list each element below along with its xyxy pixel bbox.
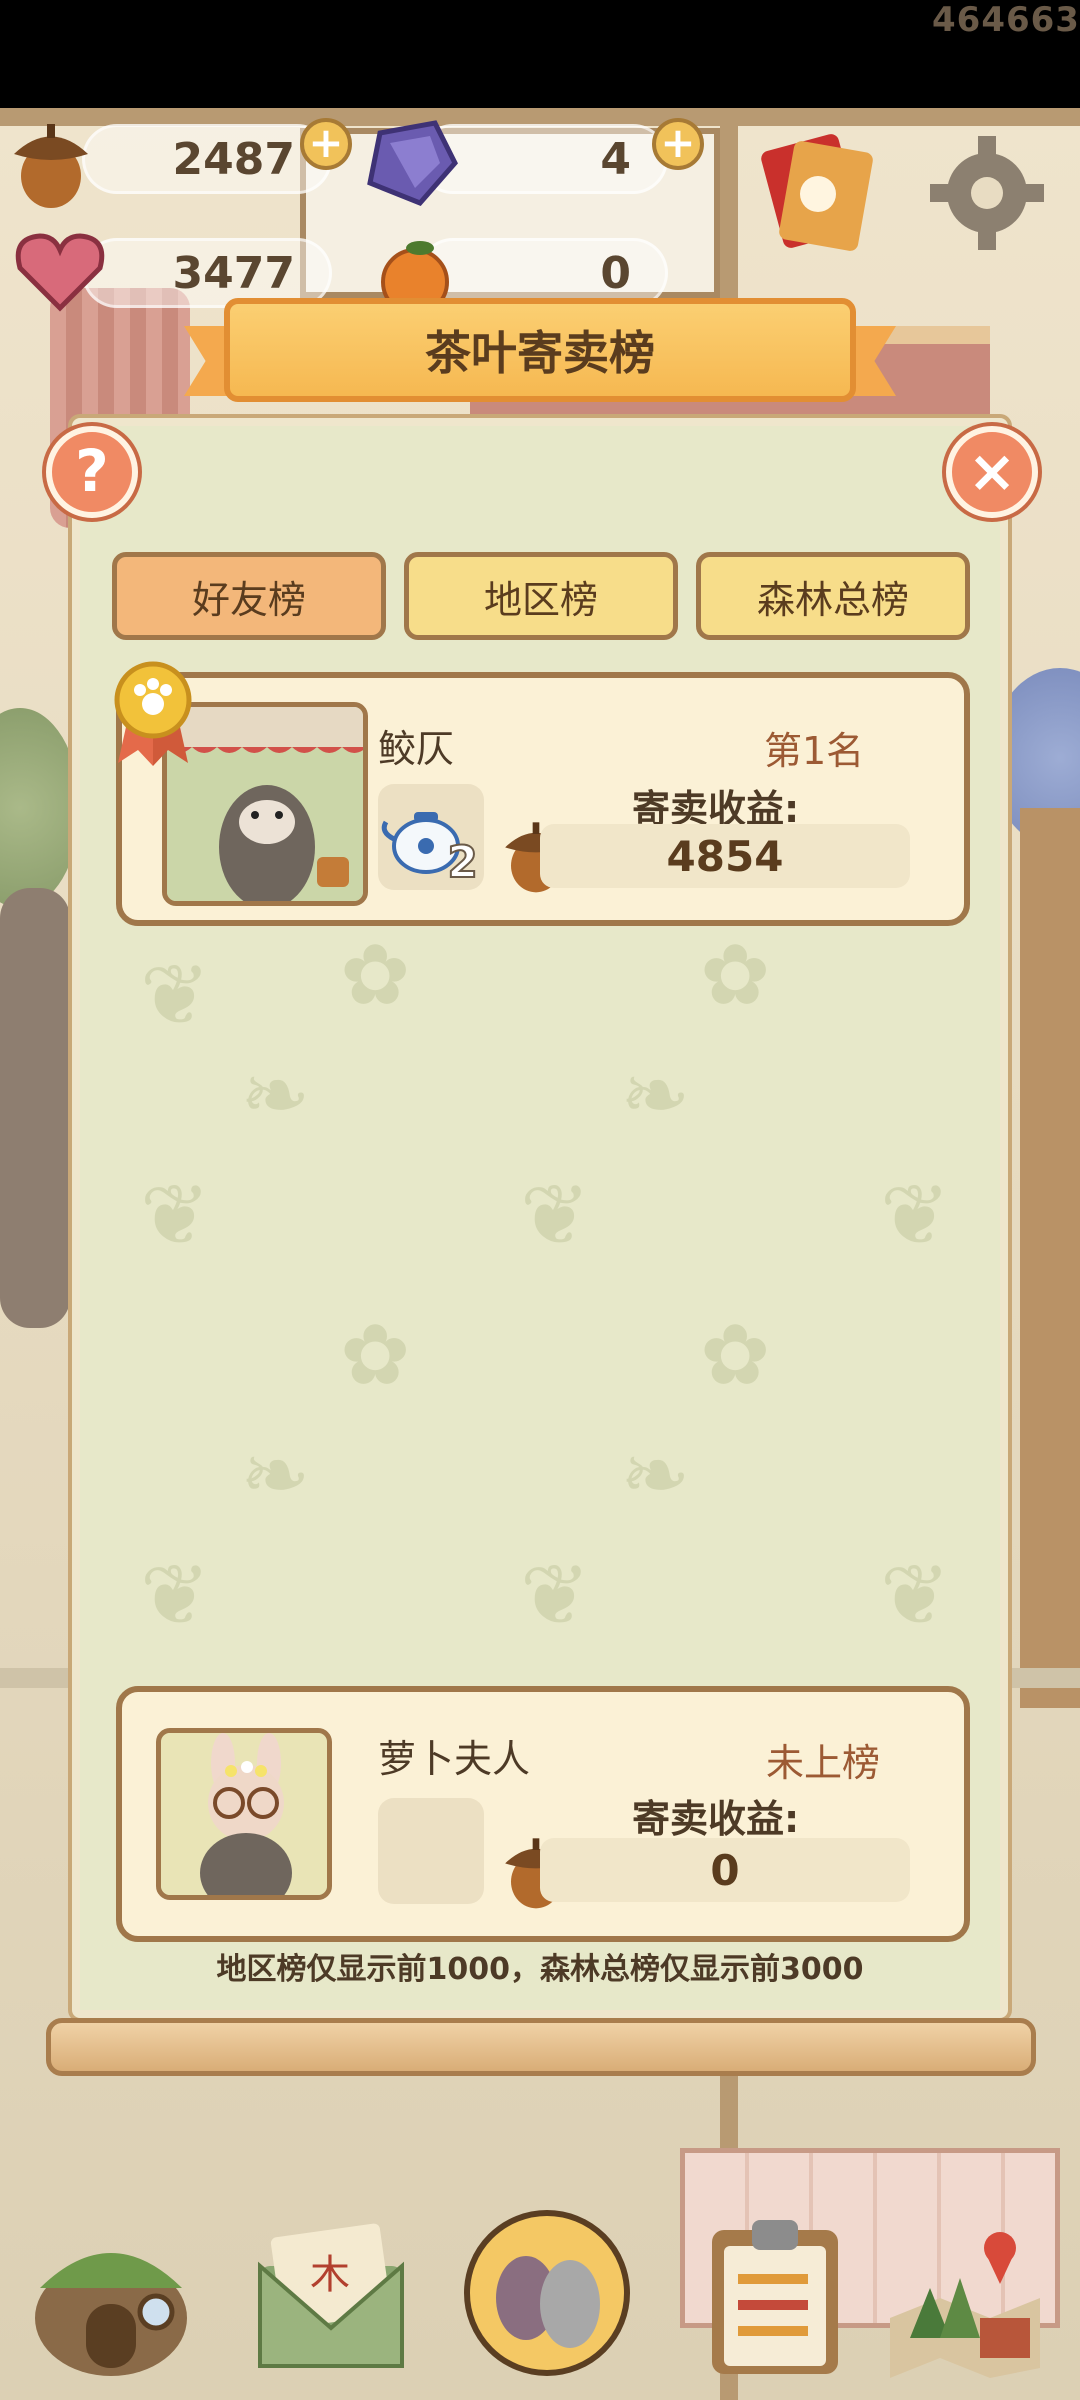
heart-count: 3477 [172,247,295,299]
flower-pattern-icon: ✿ [700,926,771,1024]
earnings-value: 4854 [540,824,910,888]
acorn-counter: 2487 [82,124,332,194]
cookbook-icon[interactable] [756,126,886,260]
gem-count: 4 [600,133,631,185]
scroll-rod [46,2018,1036,2076]
panel-title: 茶叶寄卖榜 [224,298,856,402]
leaf-pattern-icon: ❧ [620,1426,691,1524]
leaf-pattern-icon: ❦ [520,1546,591,1644]
tab-region[interactable]: 地区榜 [404,552,678,640]
empty-item-slot [378,1798,484,1904]
svg-text:木: 木 [310,2252,350,2298]
map-icon[interactable] [880,2208,1050,2378]
gear-icon[interactable] [922,128,1052,262]
leaderboard-entry[interactable]: 鲛仄 第1名 2 寄卖收益: 4854 [114,661,970,926]
my-leaderboard-entry: 萝卜夫人 未上榜 寄卖收益: 0 [116,1686,970,1942]
entry-rank: 第1名 [764,729,865,773]
panel-title-banner: 茶叶寄卖榜 [184,298,896,402]
avatar [156,1728,332,1900]
shelf-right [1020,808,1080,1708]
leaf-pattern-icon: ❦ [140,1546,211,1644]
entry-name: 鲛仄 [378,727,455,771]
acorn-add-button[interactable]: + [300,118,352,170]
leaf-pattern-icon: ❦ [140,946,211,1044]
gem-icon [360,118,460,212]
flower-pattern-icon: ✿ [700,1306,771,1404]
clipboard-icon[interactable] [690,2208,860,2378]
leaf-pattern-icon: ❦ [880,1546,951,1644]
plant [0,708,80,908]
help-button[interactable]: ? [46,426,138,518]
character-left [0,888,70,1328]
orange-count: 0 [600,247,631,299]
status-bar [0,0,1080,108]
my-earnings-value: 0 [540,1838,910,1902]
leaf-pattern-icon: ❧ [240,1046,311,1144]
flower-pattern-icon: ✿ [340,926,411,1024]
leaf-pattern-icon: ❧ [620,1046,691,1144]
player-id: 464663 [932,0,1080,40]
leaf-pattern-icon: ❦ [880,1166,951,1264]
mail-icon[interactable]: 木 [246,2208,416,2378]
bird-shop-icon[interactable] [462,2208,632,2378]
item-count: 2 [446,836,479,889]
gold-medal-icon [108,658,198,772]
acorn-icon [6,114,96,214]
leaf-pattern-icon: ❦ [520,1166,591,1264]
leaf-pattern-icon: ❧ [240,1426,311,1524]
tab-forest[interactable]: 森林总榜 [696,552,970,640]
footnote: 地区榜仅显示前1000，森林总榜仅显示前3000 [216,1952,864,1987]
flower-pattern-icon: ✿ [340,1306,411,1404]
close-button[interactable]: × [946,426,1038,518]
leaf-pattern-icon: ❦ [140,1166,211,1264]
heart-icon [12,228,108,318]
acorn-count: 2487 [172,133,295,185]
gem-add-button[interactable]: + [652,118,704,170]
earnings-label: 寄卖收益: [632,1797,800,1841]
item-slot: 2 [378,784,484,890]
my-name: 萝卜夫人 [378,1737,531,1781]
home-icon[interactable] [26,2208,196,2378]
my-rank: 未上榜 [766,1741,881,1785]
tab-friends[interactable]: 好友榜 [112,552,386,640]
